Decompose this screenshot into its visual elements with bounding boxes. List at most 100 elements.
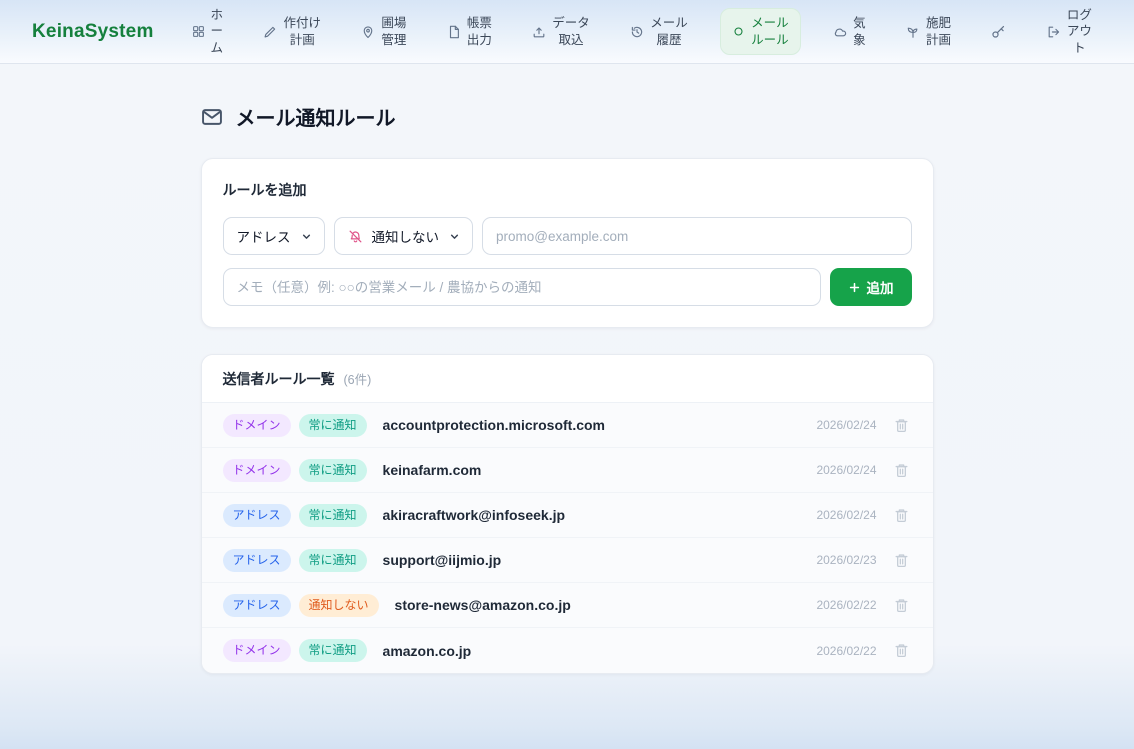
- pencil-icon: [263, 25, 277, 39]
- delete-rule-button[interactable]: [891, 640, 912, 661]
- plus-icon: [848, 281, 861, 294]
- memo-input[interactable]: [223, 268, 821, 306]
- add-rule-button[interactable]: 追加: [830, 268, 912, 306]
- rule-date: 2026/02/24: [816, 463, 876, 477]
- sender-rules-list: ドメイン 常に通知 accountprotection.microsoft.co…: [202, 403, 933, 673]
- sender-rules-count: (6件): [344, 369, 372, 388]
- add-rule-heading: ルールを追加: [223, 180, 912, 200]
- rule-date: 2026/02/24: [816, 418, 876, 432]
- rule-row: アドレス 常に通知 akiracraftwork@infoseek.jp 202…: [202, 493, 933, 538]
- rule-action-badge: 通知しない: [299, 594, 379, 617]
- page-title-text: メール通知ルール: [236, 102, 396, 131]
- rule-action-badge: 常に通知: [299, 414, 367, 437]
- grid-icon: [192, 25, 205, 38]
- rule-type-badge: アドレス: [223, 594, 291, 617]
- sender-rules-header: 送信者ルール一覧 (6件): [202, 355, 933, 403]
- delete-rule-button[interactable]: [891, 595, 912, 616]
- nav-item-label: メール履歴: [650, 15, 688, 48]
- nav-item-mail-rules[interactable]: メールルール: [720, 8, 801, 55]
- nav-item-data-import[interactable]: データ取込: [524, 10, 598, 53]
- rule-value: store-news@amazon.co.jp: [395, 597, 571, 613]
- nav-item-label: メールルール: [751, 15, 789, 48]
- document-icon: [447, 25, 461, 39]
- rule-row: アドレス 常に通知 support@iijmio.jp 2026/02/23: [202, 538, 933, 583]
- main-nav: ホーム 作付け計画 圃場管理 帳票出力 データ取込 メール履歴 メールルール 気…: [184, 2, 1100, 61]
- mail-envelope-icon: [201, 106, 223, 128]
- nav-item-fertilization-plan[interactable]: 施肥計画: [898, 10, 959, 53]
- add-rule-card: ルールを追加 アドレス 通知しない: [201, 158, 934, 328]
- rule-row: ドメイン 常に通知 keinafarm.com 2026/02/24: [202, 448, 933, 493]
- rule-date: 2026/02/24: [816, 508, 876, 522]
- email-input[interactable]: [482, 217, 912, 255]
- nav-item-label: 施肥計画: [926, 15, 951, 48]
- rule-date: 2026/02/22: [816, 644, 876, 658]
- brand-logo[interactable]: KeinaSystem: [32, 21, 154, 43]
- rule-type-badge: ドメイン: [223, 414, 291, 437]
- page-title: メール通知ルール: [201, 102, 934, 131]
- rule-value: keinafarm.com: [383, 462, 482, 478]
- nav-item-weather[interactable]: 気象: [825, 10, 874, 53]
- chevron-down-icon: [448, 230, 461, 243]
- main-content: メール通知ルール ルールを追加 アドレス 通知しない: [0, 64, 1134, 674]
- nav-item-label: 帳票出力: [467, 15, 492, 48]
- delete-rule-button[interactable]: [891, 505, 912, 526]
- nav-item-label: ホーム: [211, 7, 224, 56]
- rule-value: support@iijmio.jp: [383, 552, 502, 568]
- rule-value: accountprotection.microsoft.com: [383, 417, 605, 433]
- nav-item-logout[interactable]: ログアウト: [1039, 2, 1100, 61]
- delete-rule-button[interactable]: [891, 460, 912, 481]
- rule-type-select-value: アドレス: [237, 226, 291, 246]
- top-nav-bar: KeinaSystem ホーム 作付け計画 圃場管理 帳票出力 データ取込 メー…: [0, 0, 1134, 64]
- nav-item-api-key[interactable]: [983, 19, 1014, 44]
- seedling-icon: [906, 25, 920, 39]
- history-icon: [630, 25, 644, 39]
- key-icon: [991, 24, 1006, 39]
- rule-row: アドレス 通知しない store-news@amazon.co.jp 2026/…: [202, 583, 933, 628]
- sender-rules-card: 送信者ルール一覧 (6件) ドメイン 常に通知 accountprotectio…: [201, 354, 934, 674]
- nav-item-label: 圃場管理: [381, 15, 406, 48]
- delete-rule-button[interactable]: [891, 415, 912, 436]
- rule-type-badge: ドメイン: [223, 459, 291, 482]
- nav-item-label: 作付け計画: [283, 15, 321, 48]
- nav-item-home[interactable]: ホーム: [184, 2, 232, 61]
- rule-action-badge: 常に通知: [299, 549, 367, 572]
- trash-icon: [893, 462, 910, 479]
- rule-value: akiracraftwork@infoseek.jp: [383, 507, 566, 523]
- trash-icon: [893, 642, 910, 659]
- delete-rule-button[interactable]: [891, 550, 912, 571]
- nav-item-label: ログアウト: [1067, 7, 1092, 56]
- rule-value: amazon.co.jp: [383, 643, 472, 659]
- rule-date: 2026/02/23: [816, 553, 876, 567]
- trash-icon: [893, 417, 910, 434]
- rule-action-badge: 常に通知: [299, 459, 367, 482]
- rule-row: ドメイン 常に通知 accountprotection.microsoft.co…: [202, 403, 933, 448]
- logout-icon: [1047, 25, 1061, 39]
- rule-action-badge: 常に通知: [299, 639, 367, 662]
- nav-item-label: データ取込: [552, 15, 590, 48]
- rule-action-badge: 常に通知: [299, 504, 367, 527]
- trash-icon: [893, 597, 910, 614]
- nav-item-mail-history[interactable]: メール履歴: [622, 10, 696, 53]
- cloud-icon: [833, 25, 847, 39]
- circle-icon: [732, 25, 745, 38]
- nav-item-label: 気象: [853, 15, 866, 48]
- add-button-label: 追加: [867, 277, 894, 297]
- rule-type-badge: アドレス: [223, 549, 291, 572]
- rule-action-select[interactable]: 通知しない: [334, 217, 474, 255]
- rule-row: ドメイン 常に通知 amazon.co.jp 2026/02/22: [202, 628, 933, 673]
- sender-rules-title: 送信者ルール一覧: [223, 369, 335, 389]
- rule-type-select[interactable]: アドレス: [223, 217, 325, 255]
- nav-item-field-management[interactable]: 圃場管理: [353, 10, 414, 53]
- rule-action-select-value: 通知しない: [372, 226, 440, 246]
- trash-icon: [893, 507, 910, 524]
- rule-date: 2026/02/22: [816, 598, 876, 612]
- upload-icon: [532, 25, 546, 39]
- rule-type-badge: ドメイン: [223, 639, 291, 662]
- bell-off-icon: [348, 229, 363, 244]
- nav-item-planting-plan[interactable]: 作付け計画: [255, 10, 329, 53]
- rule-type-badge: アドレス: [223, 504, 291, 527]
- map-pin-icon: [361, 25, 375, 39]
- chevron-down-icon: [300, 230, 313, 243]
- nav-item-report-output[interactable]: 帳票出力: [439, 10, 500, 53]
- trash-icon: [893, 552, 910, 569]
